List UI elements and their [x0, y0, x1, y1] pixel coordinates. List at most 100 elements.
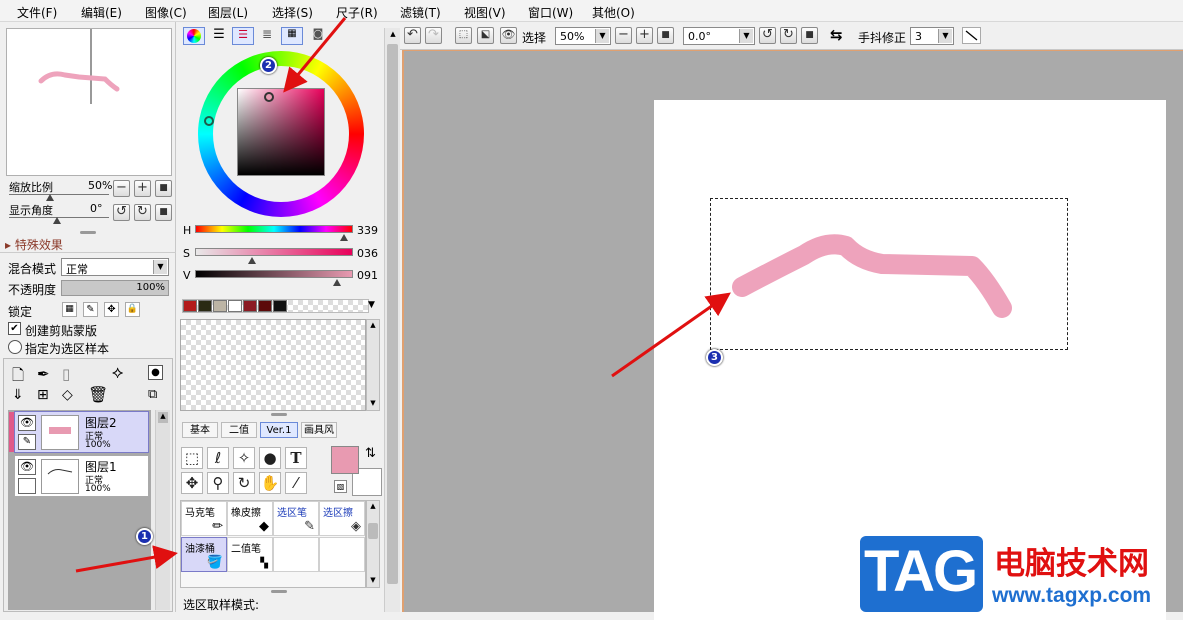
menu-filter[interactable]: 滤镜(T) [400, 4, 441, 21]
color-swatch[interactable] [213, 300, 227, 312]
tab-ver1[interactable]: Ver.1 [260, 422, 298, 438]
angle-select[interactable]: 0.0° ▼ [683, 27, 755, 45]
flip-horizontal-icon[interactable]: ⇆ [830, 26, 843, 44]
sv-picker-handle[interactable] [264, 92, 274, 102]
rotate-right-button[interactable]: ↻ [134, 204, 151, 221]
rotate-tool[interactable]: ↻ [233, 472, 255, 494]
zoom-select[interactable]: 50% ▼ [555, 27, 611, 45]
zoom-slider-thumb[interactable] [46, 194, 54, 201]
menu-view[interactable]: 视图(V) [464, 4, 506, 21]
pencil-icon[interactable]: ✎ [18, 434, 36, 450]
new-pen-layer-icon[interactable]: ✒ [37, 365, 50, 383]
transparent-color-icon[interactable]: ▧ [334, 480, 347, 493]
text-tool[interactable]: T [285, 447, 307, 469]
swatch-menu-icon[interactable]: ▼ [368, 300, 375, 310]
swatch-tab[interactable]: ▦ [281, 27, 303, 45]
navigator-preview[interactable] [6, 28, 172, 176]
color-swatch[interactable] [198, 300, 212, 312]
toolbar-zoom-in-button[interactable]: + [636, 27, 653, 44]
move-tool[interactable]: ✥ [181, 472, 203, 494]
selection-visibility-eye-icon[interactable]: 👁 [500, 27, 517, 44]
color-swatch[interactable] [228, 300, 242, 312]
scroll-down-icon[interactable]: ▼ [368, 576, 378, 586]
brush-select-pen[interactable]: 选区笔 ✎ [273, 501, 319, 536]
eyedropper-tool[interactable]: ⁄ [285, 472, 307, 494]
toolbar-rotate-right-button[interactable]: ↻ [780, 27, 797, 44]
zoom-out-button[interactable]: − [113, 180, 130, 197]
zoom-in-button[interactable]: + [134, 180, 151, 197]
scratchpad-scrollbar[interactable]: ▲ ▼ [366, 319, 380, 411]
brush-bucket[interactable]: 油漆桶 🪣 [181, 537, 227, 572]
menu-edit[interactable]: 编辑(E) [81, 4, 122, 21]
trash-icon[interactable]: 🗑 [88, 385, 108, 404]
eye-icon[interactable]: 👁 [18, 415, 36, 431]
tool-panel-scrollbar[interactable]: ▲ [384, 28, 400, 612]
undo-button[interactable]: ↶ [404, 27, 421, 44]
brush-scrollbar[interactable]: ▲ ▼ [366, 500, 380, 588]
lock-move-icon[interactable]: ✥ [104, 302, 119, 317]
color-swatch[interactable] [258, 300, 272, 312]
brush-eraser[interactable]: 橡皮擦 ◆ [227, 501, 273, 536]
menu-image[interactable]: 图像(C) [145, 4, 187, 21]
toolbar-zoom-out-button[interactable]: − [615, 27, 632, 44]
copy-layer-icon[interactable]: ⊞ [37, 387, 49, 403]
toolbar-rotate-reset-button[interactable]: ■ [801, 27, 818, 44]
new-folder-icon[interactable]: ▯ [62, 365, 70, 383]
tab-basic[interactable]: 基本 [182, 422, 218, 438]
menu-other[interactable]: 其他(O) [592, 4, 635, 21]
shape-tool[interactable]: ● [259, 447, 281, 469]
color-swatch[interactable] [243, 300, 257, 312]
layer-item-2[interactable]: 👁 ✎ 图层2 正常 100% [9, 411, 149, 453]
scratchpad-area[interactable] [180, 319, 366, 411]
v-slider-thumb[interactable] [333, 279, 341, 286]
h-slider[interactable] [195, 225, 353, 233]
lock-transparency-icon[interactable]: ▦ [62, 302, 77, 317]
layer-scrollbar[interactable]: ▲ [155, 410, 170, 610]
angle-slider-thumb[interactable] [53, 217, 61, 224]
h-slider-thumb[interactable] [340, 234, 348, 241]
lasso-tool[interactable]: ℓ [207, 447, 229, 469]
tab-painter[interactable]: 画具风 [301, 422, 337, 438]
brush-empty-slot[interactable] [319, 537, 365, 572]
redo-button[interactable]: ↷ [425, 27, 442, 44]
deselect-button[interactable]: ⬚ [455, 27, 472, 44]
scroll-down-icon[interactable]: ▼ [368, 399, 378, 409]
merge-down-icon[interactable]: ⇓ [12, 387, 24, 403]
tab-binary[interactable]: 二值 [221, 422, 257, 438]
zoom-slider[interactable] [9, 194, 109, 195]
rotate-reset-button[interactable]: ■ [155, 204, 172, 221]
scratchpad-tab[interactable]: ◙ [308, 27, 328, 45]
v-slider[interactable] [195, 270, 353, 278]
splitter-grip[interactable] [271, 590, 287, 593]
menu-layer[interactable]: 图层(L) [208, 4, 248, 21]
scroll-thumb[interactable] [368, 523, 378, 539]
mask-apply-icon[interactable]: ⧉ [148, 387, 157, 402]
hand-tool[interactable]: ✋ [259, 472, 281, 494]
toolbar-zoom-reset-button[interactable]: ■ [657, 27, 674, 44]
rect-select-tool[interactable]: ⬚ [181, 447, 203, 469]
invert-selection-button[interactable]: ⬕ [477, 27, 494, 44]
clear-layer-icon[interactable]: ◇ [62, 387, 73, 403]
effects-toggle[interactable]: ▸ 特殊效果 [5, 236, 63, 253]
zoom-reset-button[interactable]: ■ [155, 180, 172, 197]
gradient-tab[interactable]: ≣ [257, 27, 277, 45]
color-swatch[interactable] [273, 300, 287, 312]
lock-all-icon[interactable]: 🔒 [125, 302, 140, 317]
layer-edit-slot[interactable] [18, 478, 36, 494]
brush-empty-slot[interactable] [273, 537, 319, 572]
layer-item-1[interactable]: 👁 图层1 正常 100% [14, 455, 149, 497]
menu-ruler[interactable]: 尺子(R) [336, 4, 378, 21]
brush-binary-pen[interactable]: 二值笔 ▚ [227, 537, 273, 572]
splitter-grip[interactable] [271, 413, 287, 416]
scroll-thumb[interactable] [387, 44, 398, 584]
hue-picker-handle[interactable] [204, 116, 214, 126]
scroll-up-icon[interactable]: ▲ [368, 321, 378, 331]
brush-marker[interactable]: 马克笔 ✏ [181, 501, 227, 536]
splitter-grip[interactable] [80, 231, 96, 234]
magic-wand-tool[interactable]: ✧ [233, 447, 255, 469]
rotate-left-button[interactable]: ↺ [113, 204, 130, 221]
scroll-up-icon[interactable]: ▲ [388, 30, 398, 40]
swap-colors-icon[interactable]: ⇅ [365, 446, 376, 461]
menu-file[interactable]: 文件(F) [17, 4, 57, 21]
rgb-slider-tab[interactable]: ☰ [209, 27, 229, 45]
